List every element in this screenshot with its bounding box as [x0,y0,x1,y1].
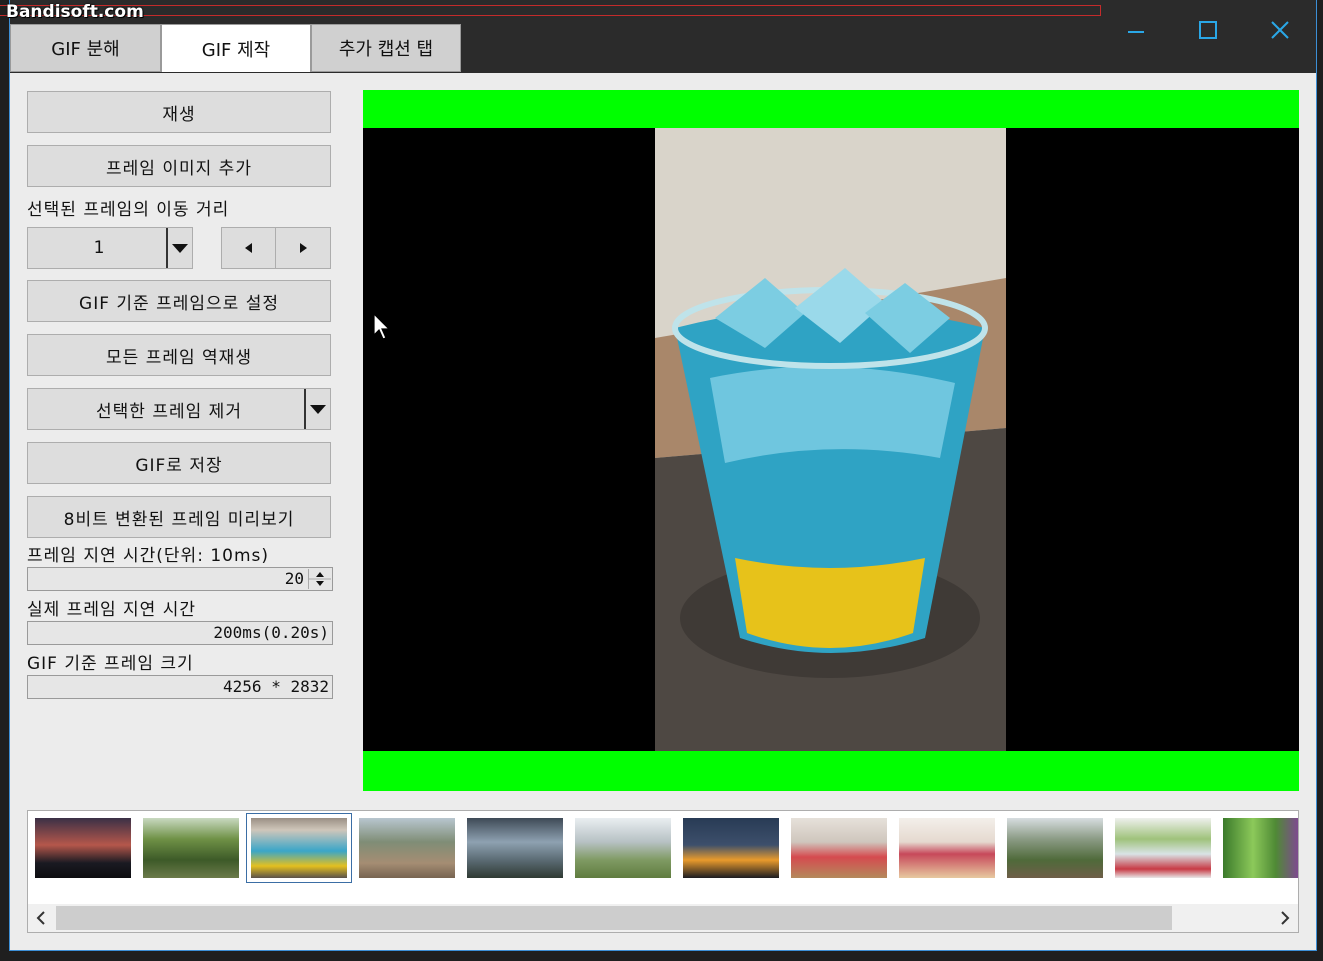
preview-8bit-button[interactable]: 8비트 변환된 프레임 미리보기 [27,496,331,538]
move-left-button[interactable] [221,227,277,269]
tab-label: 추가 캡션 탭 [338,39,434,60]
maximize-icon [1199,21,1217,39]
frame-thumbnail[interactable] [1115,818,1211,878]
frame-thumbnail[interactable] [791,818,887,878]
set-base-label: GIF 기준 프레임으로 설정 [79,293,279,314]
letterbox-top [363,90,1299,128]
frame-delay-value: 20 [284,569,304,588]
mouse-cursor-icon [373,313,391,340]
scrollbar-thumb[interactable] [56,906,1172,930]
add-frame-label: 프레임 이미지 추가 [106,158,252,179]
move-distance-label: 선택된 프레임의 이동 거리 [27,200,230,220]
minimize-button[interactable] [1116,10,1156,50]
frame-preview[interactable] [363,90,1299,791]
frame-thumbnail[interactable] [1223,818,1298,878]
actual-delay-field: 200ms(0.20s) [27,621,333,645]
close-icon [1271,21,1289,39]
frame-thumbnail[interactable] [359,818,455,878]
reverse-label: 모든 프레임 역재생 [106,347,252,368]
chevron-down-icon[interactable] [304,389,330,429]
frame-delay-label: 프레임 지연 시간(단위: 10ms) [27,546,270,566]
frame-thumbnail[interactable] [467,818,563,878]
add-frame-button[interactable]: 프레임 이미지 추가 [27,145,331,187]
tab-label: GIF 제작 [201,39,271,61]
scroll-right-icon[interactable] [1272,904,1298,932]
minimize-icon [1128,31,1144,33]
triangle-left-icon [245,243,252,253]
base-size-value: 4256 * 2832 [223,677,329,696]
remove-frame-button[interactable]: 선택한 프레임 제거 [27,388,331,430]
move-distance-value: 1 [93,238,105,258]
bandisoft-watermark: Bandisoft.com [6,2,144,22]
preview-8bit-label: 8비트 변환된 프레임 미리보기 [63,509,295,530]
play-button[interactable]: 재생 [27,91,331,133]
remove-label: 선택한 프레임 제거 [96,401,242,422]
reverse-frames-button[interactable]: 모든 프레임 역재생 [27,334,331,376]
tab-gif-create[interactable]: GIF 제작 [161,24,311,72]
recording-region-border [0,5,1101,16]
frame-thumbnail[interactable] [575,818,671,878]
frame-thumbnail[interactable] [899,818,995,878]
gif-create-panel: 재생 프레임 이미지 추가 선택된 프레임의 이동 거리 1 GIF 기준 프레… [10,73,1316,950]
frame-delay-stepper[interactable]: 20 [27,567,333,591]
triangle-right-icon [300,243,307,253]
frame-thumbnail[interactable] [35,818,131,878]
base-size-label: GIF 기준 프레임 크기 [27,654,194,674]
spin-arrows-icon [309,572,331,586]
play-label: 재생 [162,104,196,125]
scroll-left-icon[interactable] [28,904,54,932]
move-distance-select[interactable]: 1 [27,227,193,269]
preview-image [655,128,1006,751]
app-window: GIF 분해 GIF 제작 추가 캡션 탭 재생 프레임 이미지 추가 선택된 … [9,0,1317,951]
actual-delay-value: 200ms(0.20s) [213,623,329,642]
tab-extra-caption[interactable]: 추가 캡션 탭 [311,24,461,72]
horizontal-scrollbar[interactable] [28,904,1298,932]
set-base-frame-button[interactable]: GIF 기준 프레임으로 설정 [27,280,331,322]
frame-thumbnail[interactable] [1007,818,1103,878]
chevron-down-icon[interactable] [166,228,192,268]
save-gif-label: GIF로 저장 [135,455,223,476]
frame-thumbnail-strip[interactable] [27,810,1299,933]
frame-thumbnail[interactable] [143,818,239,878]
tab-label: GIF 분해 [51,39,120,60]
actual-delay-label: 실제 프레임 지연 시간 [27,600,196,620]
maximize-button[interactable] [1188,10,1228,50]
save-gif-button[interactable]: GIF로 저장 [27,442,331,484]
move-right-button[interactable] [275,227,331,269]
tab-gif-decompose[interactable]: GIF 분해 [10,24,161,72]
base-size-field: 4256 * 2832 [27,675,333,699]
frame-thumbnail-selected[interactable] [246,813,352,883]
spin-buttons[interactable] [308,569,331,589]
close-button[interactable] [1260,10,1300,50]
frame-thumbnail[interactable] [683,818,779,878]
letterbox-bottom [363,751,1299,791]
